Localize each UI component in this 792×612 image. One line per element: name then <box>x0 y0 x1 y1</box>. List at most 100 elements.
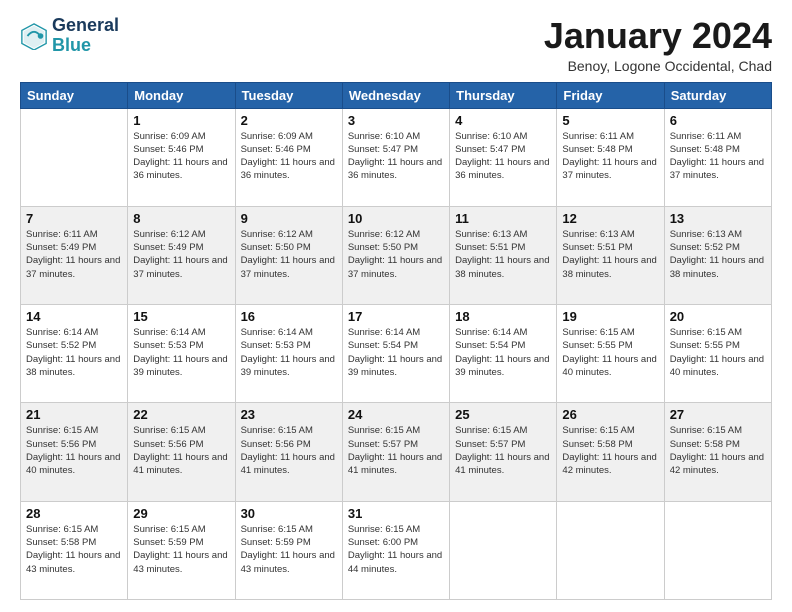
day-info: Sunrise: 6:14 AMSunset: 5:54 PMDaylight:… <box>348 326 444 379</box>
calendar-cell: 7Sunrise: 6:11 AMSunset: 5:49 PMDaylight… <box>21 206 128 304</box>
day-number: 20 <box>670 309 766 324</box>
calendar-cell <box>664 501 771 599</box>
calendar-cell: 23Sunrise: 6:15 AMSunset: 5:56 PMDayligh… <box>235 403 342 501</box>
calendar-cell: 17Sunrise: 6:14 AMSunset: 5:54 PMDayligh… <box>342 305 449 403</box>
calendar-cell: 3 Sunrise: 6:10 AMSunset: 5:47 PMDaylight… <box>342 108 449 206</box>
day-number: 16 <box>241 309 337 324</box>
day-info: Sunrise: 6:10 AMSunset: 5:47 PMDaylight:… <box>455 130 551 183</box>
calendar-cell: 10 Sunrise: 6:12 AMSunset: 5:50 PMDayligh… <box>342 206 449 304</box>
calendar-cell: 25 Sunrise: 6:15 AMSunset: 5:57 PMDayligh… <box>450 403 557 501</box>
col-sunday: Sunday <box>21 82 128 108</box>
day-info: Sunrise: 6:12 AMSunset: 5:49 PMDaylight:… <box>133 228 229 281</box>
col-wednesday: Wednesday <box>342 82 449 108</box>
day-number: 28 <box>26 506 122 521</box>
calendar-cell: 19Sunrise: 6:15 AMSunset: 5:55 PMDayligh… <box>557 305 664 403</box>
calendar-cell <box>450 501 557 599</box>
day-info: Sunrise: 6:13 AMSunset: 5:52 PMDaylight:… <box>670 228 766 281</box>
day-number: 21 <box>26 407 122 422</box>
day-info: Sunrise: 6:09 AMSunset: 5:46 PMDaylight:… <box>133 130 229 183</box>
calendar-cell: 31 Sunrise: 6:15 AMSunset: 6:00 PMDayligh… <box>342 501 449 599</box>
day-info: Sunrise: 6:14 AMSunset: 5:52 PMDaylight:… <box>26 326 122 379</box>
day-info: Sunrise: 6:11 AMSunset: 5:48 PMDaylight:… <box>670 130 766 183</box>
logo-text: General Blue <box>52 16 119 56</box>
col-friday: Friday <box>557 82 664 108</box>
calendar-cell: 22Sunrise: 6:15 AMSunset: 5:56 PMDayligh… <box>128 403 235 501</box>
day-info: Sunrise: 6:15 AMSunset: 5:58 PMDaylight:… <box>26 523 122 576</box>
day-number: 24 <box>348 407 444 422</box>
col-thursday: Thursday <box>450 82 557 108</box>
day-info: Sunrise: 6:15 AMSunset: 5:57 PMDaylight:… <box>455 424 551 477</box>
calendar-cell: 15 Sunrise: 6:14 AMSunset: 5:53 PMDayligh… <box>128 305 235 403</box>
day-number: 31 <box>348 506 444 521</box>
day-info: Sunrise: 6:15 AMSunset: 5:59 PMDaylight:… <box>133 523 229 576</box>
day-number: 12 <box>562 211 658 226</box>
day-number: 3 <box>348 113 444 128</box>
day-info: Sunrise: 6:15 AMSunset: 5:58 PMDaylight:… <box>562 424 658 477</box>
calendar-cell: 26Sunrise: 6:15 AMSunset: 5:58 PMDayligh… <box>557 403 664 501</box>
col-tuesday: Tuesday <box>235 82 342 108</box>
day-info: Sunrise: 6:15 AMSunset: 5:57 PMDaylight:… <box>348 424 444 477</box>
day-number: 19 <box>562 309 658 324</box>
day-info: Sunrise: 6:15 AMSunset: 5:56 PMDaylight:… <box>133 424 229 477</box>
calendar-cell: 2 Sunrise: 6:09 AMSunset: 5:46 PMDaylight… <box>235 108 342 206</box>
calendar-cell: 20 Sunrise: 6:15 AMSunset: 5:55 PMDayligh… <box>664 305 771 403</box>
col-monday: Monday <box>128 82 235 108</box>
calendar-week-row: 1 Sunrise: 6:09 AMSunset: 5:46 PMDaylight… <box>21 108 772 206</box>
day-number: 18 <box>455 309 551 324</box>
calendar-cell: 5 Sunrise: 6:11 AMSunset: 5:48 PMDaylight… <box>557 108 664 206</box>
day-info: Sunrise: 6:11 AMSunset: 5:48 PMDaylight:… <box>562 130 658 183</box>
day-info: Sunrise: 6:14 AMSunset: 5:54 PMDaylight:… <box>455 326 551 379</box>
calendar-cell <box>21 108 128 206</box>
calendar-cell: 28 Sunrise: 6:15 AMSunset: 5:58 PMDayligh… <box>21 501 128 599</box>
location-subtitle: Benoy, Logone Occidental, Chad <box>544 58 772 74</box>
calendar-week-row: 28 Sunrise: 6:15 AMSunset: 5:58 PMDayligh… <box>21 501 772 599</box>
day-number: 29 <box>133 506 229 521</box>
day-info: Sunrise: 6:14 AMSunset: 5:53 PMDaylight:… <box>133 326 229 379</box>
day-info: Sunrise: 6:11 AMSunset: 5:49 PMDaylight:… <box>26 228 122 281</box>
day-info: Sunrise: 6:13 AMSunset: 5:51 PMDaylight:… <box>455 228 551 281</box>
calendar-cell: 24 Sunrise: 6:15 AMSunset: 5:57 PMDayligh… <box>342 403 449 501</box>
month-title: January 2024 <box>544 16 772 56</box>
page: General Blue January 2024 Benoy, Logone … <box>0 0 792 612</box>
day-info: Sunrise: 6:12 AMSunset: 5:50 PMDaylight:… <box>241 228 337 281</box>
calendar-week-row: 14Sunrise: 6:14 AMSunset: 5:52 PMDayligh… <box>21 305 772 403</box>
day-info: Sunrise: 6:10 AMSunset: 5:47 PMDaylight:… <box>348 130 444 183</box>
calendar-cell: 21 Sunrise: 6:15 AMSunset: 5:56 PMDayligh… <box>21 403 128 501</box>
day-info: Sunrise: 6:15 AMSunset: 5:58 PMDaylight:… <box>670 424 766 477</box>
day-number: 27 <box>670 407 766 422</box>
calendar-cell: 30Sunrise: 6:15 AMSunset: 5:59 PMDayligh… <box>235 501 342 599</box>
day-info: Sunrise: 6:12 AMSunset: 5:50 PMDaylight:… <box>348 228 444 281</box>
day-number: 11 <box>455 211 551 226</box>
calendar-cell: 27 Sunrise: 6:15 AMSunset: 5:58 PMDayligh… <box>664 403 771 501</box>
day-number: 8 <box>133 211 229 226</box>
day-info: Sunrise: 6:13 AMSunset: 5:51 PMDaylight:… <box>562 228 658 281</box>
day-number: 10 <box>348 211 444 226</box>
calendar-header-row: Sunday Monday Tuesday Wednesday Thursday… <box>21 82 772 108</box>
calendar-week-row: 21 Sunrise: 6:15 AMSunset: 5:56 PMDayligh… <box>21 403 772 501</box>
day-number: 25 <box>455 407 551 422</box>
day-number: 15 <box>133 309 229 324</box>
calendar-cell: 14Sunrise: 6:14 AMSunset: 5:52 PMDayligh… <box>21 305 128 403</box>
calendar-cell: 1 Sunrise: 6:09 AMSunset: 5:46 PMDaylight… <box>128 108 235 206</box>
calendar-cell: 8 Sunrise: 6:12 AMSunset: 5:49 PMDaylight… <box>128 206 235 304</box>
day-number: 2 <box>241 113 337 128</box>
day-info: Sunrise: 6:14 AMSunset: 5:53 PMDaylight:… <box>241 326 337 379</box>
day-info: Sunrise: 6:15 AMSunset: 6:00 PMDaylight:… <box>348 523 444 576</box>
day-number: 13 <box>670 211 766 226</box>
day-number: 9 <box>241 211 337 226</box>
day-info: Sunrise: 6:15 AMSunset: 5:59 PMDaylight:… <box>241 523 337 576</box>
logo: General Blue <box>20 16 119 56</box>
calendar-cell: 9 Sunrise: 6:12 AMSunset: 5:50 PMDaylight… <box>235 206 342 304</box>
day-info: Sunrise: 6:15 AMSunset: 5:56 PMDaylight:… <box>241 424 337 477</box>
header: General Blue January 2024 Benoy, Logone … <box>20 16 772 74</box>
day-number: 1 <box>133 113 229 128</box>
day-number: 4 <box>455 113 551 128</box>
calendar-cell: 12 Sunrise: 6:13 AMSunset: 5:51 PMDayligh… <box>557 206 664 304</box>
day-info: Sunrise: 6:15 AMSunset: 5:55 PMDaylight:… <box>670 326 766 379</box>
title-block: January 2024 Benoy, Logone Occidental, C… <box>544 16 772 74</box>
day-number: 5 <box>562 113 658 128</box>
calendar-week-row: 7Sunrise: 6:11 AMSunset: 5:49 PMDaylight… <box>21 206 772 304</box>
col-saturday: Saturday <box>664 82 771 108</box>
day-info: Sunrise: 6:15 AMSunset: 5:56 PMDaylight:… <box>26 424 122 477</box>
day-info: Sunrise: 6:09 AMSunset: 5:46 PMDaylight:… <box>241 130 337 183</box>
